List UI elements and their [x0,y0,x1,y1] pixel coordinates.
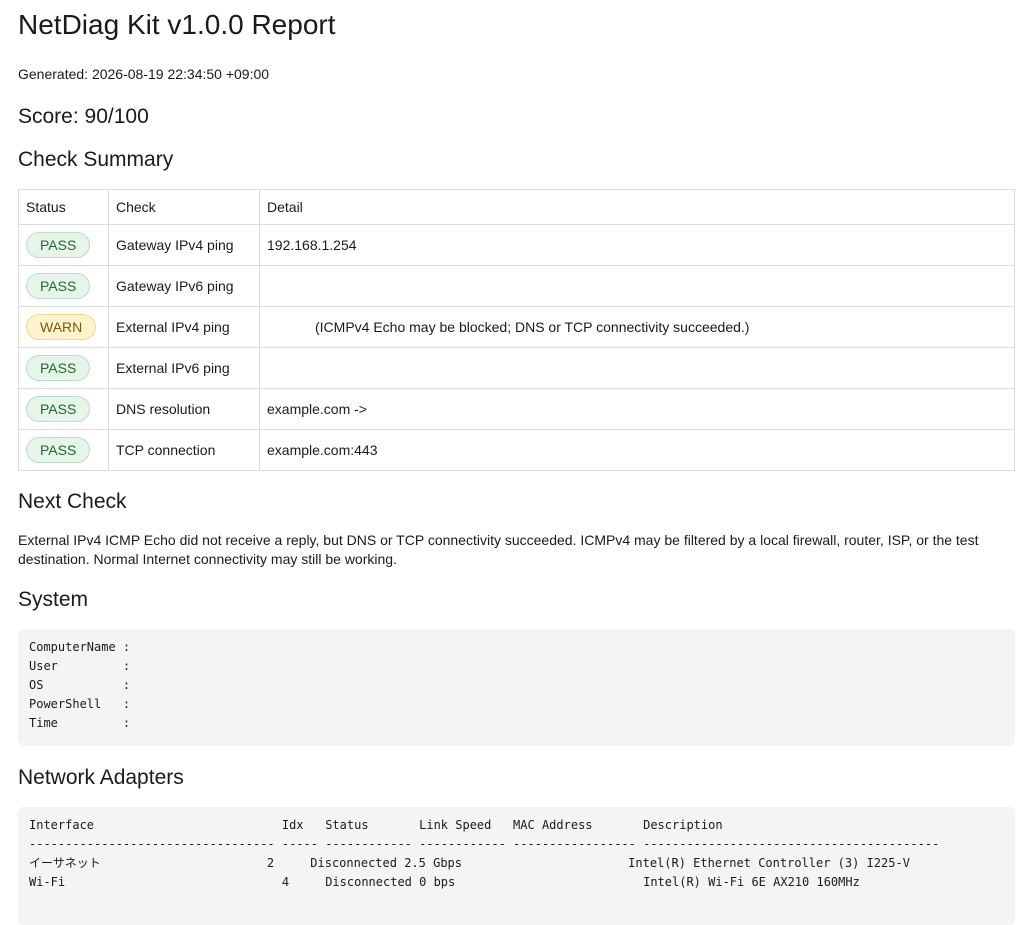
adapter-row-ethernet: イーサネット 2 Disconnected 2.5 Gbps Intel(R) … [29,856,910,870]
detail-cell: 192.168.1.254 [259,224,1015,266]
system-line-computername: ComputerName : [29,640,131,654]
next-check-heading: Next Check [18,490,127,513]
check-summary-heading: Check Summary [18,148,174,171]
status-badge: PASS [26,273,91,299]
check-cell: Gateway IPv6 ping [108,265,260,307]
status-cell: PASS [18,347,109,389]
system-line-time: Time : [29,716,131,730]
system-info-block: ComputerName : User : OS : PowerShell : Time… [18,629,1015,746]
table-header-row: Status Check Detail [18,189,1015,225]
table-row: PASS DNS resolution example.com -> [18,388,1015,430]
adapters-divider-line: ---------------------------------- -----… [29,837,940,851]
check-cell: External IPv6 ping [108,347,260,389]
report-page: NetDiag Kit v1.0.0 Report Generated: 202… [0,0,1024,925]
check-cell: TCP connection [108,429,260,471]
status-cell: PASS [18,388,109,430]
system-heading: System [18,588,89,611]
status-column-header: Status [18,189,109,225]
network-adapters-heading: Network Adapters [18,766,184,789]
adapters-header-line: Interface Idx Status Link Speed MAC Addr… [29,818,723,832]
status-cell: PASS [18,265,109,307]
detail-cell: example.com:443 [259,429,1015,471]
page-title: NetDiag Kit v1.0.0 Report [18,9,336,40]
status-badge: PASS [26,437,91,463]
status-badge: PASS [26,232,91,258]
system-line-powershell: PowerShell : [29,697,131,711]
check-summary-table: Status Check Detail PASS Gateway IPv4 pi… [18,189,1015,471]
detail-cell: example.com -> [259,388,1015,430]
status-cell: PASS [18,224,109,266]
detail-text: (ICMPv4 Echo may be blocked; DNS or TCP … [315,319,750,335]
detail-cell [259,265,1015,307]
generated-timestamp: Generated: 2026-08-19 22:34:50 +09:00 [18,66,270,82]
status-cell: WARN [18,306,109,348]
detail-cell [259,347,1015,389]
table-row: WARN External IPv4 ping (ICMPv4 Echo may… [18,306,1015,348]
check-cell: Gateway IPv4 ping [108,224,260,266]
status-badge: PASS [26,396,91,422]
status-badge: PASS [26,355,91,381]
status-badge: WARN [26,314,97,340]
system-line-user: User : [29,659,131,673]
table-row: PASS Gateway IPv4 ping 192.168.1.254 [18,224,1015,266]
table-row: PASS Gateway IPv6 ping [18,265,1015,307]
score-value: Score: 90/100 [18,105,149,128]
system-line-os: OS : [29,678,131,692]
check-cell: DNS resolution [108,388,260,430]
next-check-text: External IPv4 ICMP Echo did not receive … [18,532,979,567]
check-column-header: Check [108,189,260,225]
status-cell: PASS [18,429,109,471]
detail-column-header: Detail [259,189,1015,225]
table-row: PASS TCP connection example.com:443 [18,429,1015,471]
check-cell: External IPv4 ping [108,306,260,348]
detail-cell: (ICMPv4 Echo may be blocked; DNS or TCP … [259,306,1015,348]
network-adapters-block: Interface Idx Status Link Speed MAC Addr… [18,807,1015,925]
table-row: PASS External IPv6 ping [18,347,1015,389]
